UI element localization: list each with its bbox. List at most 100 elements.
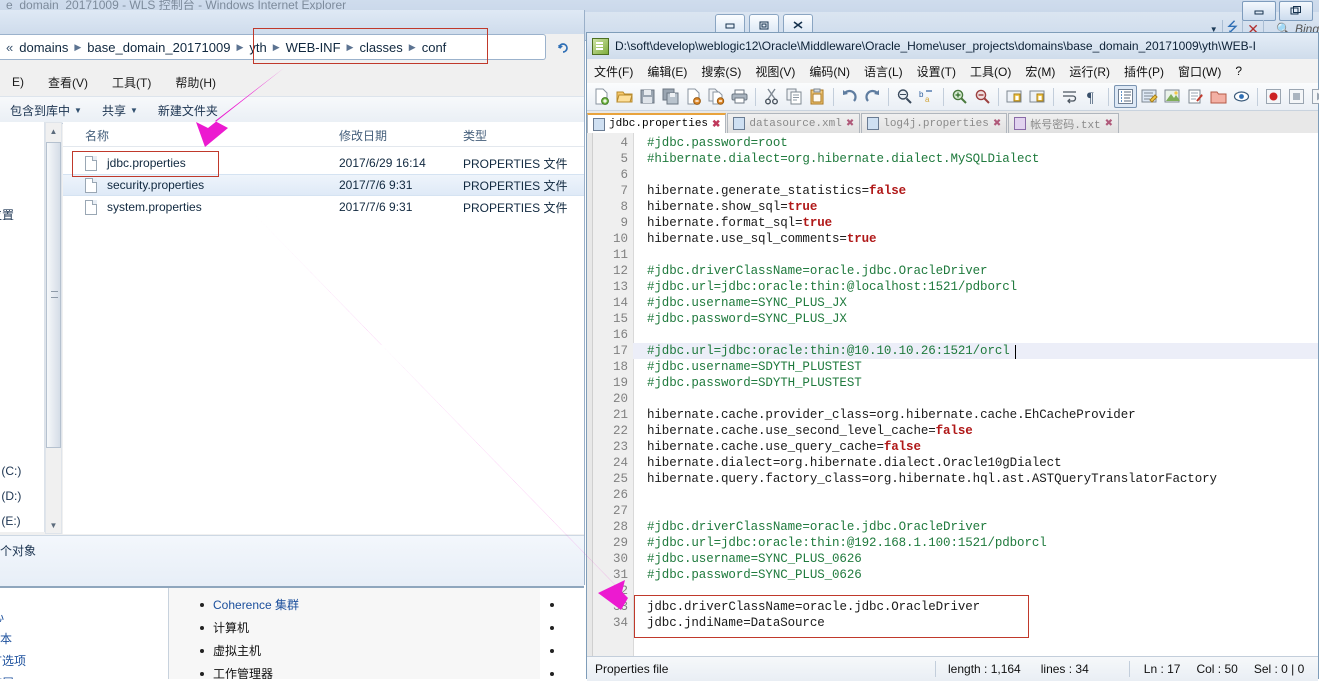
code-line[interactable]: jdbc.jndiName=DataSource (647, 616, 825, 630)
code-line[interactable]: #jdbc.password=root (647, 136, 788, 150)
scroll-up-arrow-icon[interactable]: ▲ (46, 123, 61, 139)
tab-datasource-xml[interactable]: datasource.xml ✖ (727, 113, 860, 133)
table-row[interactable]: jdbc.properties 2017/6/29 16:14 PROPERTI… (63, 152, 584, 174)
menu-item-run[interactable]: 运行(R) (1062, 60, 1117, 83)
cmd-new-folder[interactable]: 新建文件夹 (148, 100, 228, 121)
code-line[interactable]: #jdbc.password=SYNC_PLUS_JX (647, 312, 847, 326)
tab-jdbc-properties[interactable]: jdbc.properties ✖ (587, 113, 726, 133)
background-page-left-nav[interactable]: 心 脚本 首选项 扩展 (0, 588, 169, 679)
redo-icon[interactable] (862, 86, 883, 107)
code-line[interactable]: #jdbc.username=SYNC_PLUS_JX (647, 296, 847, 310)
tab-log4j-properties[interactable]: log4j.properties ✖ (861, 113, 1007, 133)
bg-link-script[interactable]: 脚本 (0, 630, 12, 647)
file-name-security[interactable]: security.properties (107, 178, 204, 192)
macro-play-icon[interactable] (1309, 86, 1319, 107)
explorer-menu-bar[interactable]: E) 查看(V) 工具(T) 帮助(H) (0, 70, 584, 94)
sync-scroll-v-icon[interactable] (1004, 86, 1025, 107)
macro-stop-icon[interactable] (1286, 86, 1307, 107)
column-header-date[interactable]: 修改日期 (339, 127, 387, 144)
background-page-bullet-list[interactable]: Coherence 集群 计算机 虚拟主机 工作管理器 (169, 588, 540, 679)
print-icon[interactable] (729, 86, 750, 107)
nav-item-drive-e[interactable]: 盘 (E:) (0, 512, 21, 529)
function-list-icon[interactable] (1185, 86, 1206, 107)
word-wrap-icon[interactable] (1059, 86, 1080, 107)
file-list-header[interactable]: 名称 修改日期 类型 (63, 122, 584, 147)
file-name-jdbc[interactable]: jdbc.properties (107, 156, 186, 170)
code-line[interactable]: jdbc.driverClassName=oracle.jdbc.OracleD… (647, 600, 980, 614)
code-line[interactable]: #jdbc.password=SYNC_PLUS_0626 (647, 568, 862, 582)
breadcrumb-item-webinf[interactable]: WEB-INF (282, 40, 345, 55)
close-icon[interactable]: ✖ (846, 118, 854, 129)
breadcrumb-item-classes[interactable]: classes (355, 40, 406, 55)
macro-record-icon[interactable] (1263, 86, 1284, 107)
close-icon[interactable]: ✖ (712, 119, 720, 130)
notepad-toolbar[interactable]: ba ¶ (587, 83, 1318, 111)
monitor-icon[interactable] (1231, 86, 1252, 107)
code-line[interactable]: hibernate.cache.provider_class=org.hiber… (647, 408, 1136, 422)
breadcrumb-overflow-icon[interactable]: « (6, 40, 15, 55)
copy-icon[interactable] (784, 86, 805, 107)
explorer-command-bar[interactable]: 包含到库中 ▼ 共享 ▼ 新建文件夹 (0, 96, 584, 124)
code-line[interactable]: #jdbc.url=jdbc:oracle:thin:@localhost:15… (647, 280, 1017, 294)
close-icon[interactable]: ✖ (993, 118, 1001, 129)
breadcrumb-item-domains[interactable]: domains (15, 40, 72, 55)
table-row[interactable]: system.properties 2017/7/6 9:31 PROPERTI… (63, 196, 584, 218)
bg-bullet-computer[interactable]: 计算机 (213, 619, 249, 636)
file-name-system[interactable]: system.properties (107, 200, 202, 214)
code-line[interactable]: hibernate.use_sql_comments=true (647, 232, 876, 246)
close-icon[interactable]: ✖ (1105, 118, 1113, 129)
table-row[interactable]: security.properties 2017/7/6 9:31 PROPER… (63, 174, 584, 196)
bg-link-extension[interactable]: 扩展 (0, 674, 14, 679)
column-header-type[interactable]: 类型 (463, 127, 487, 144)
bg-bullet-workmanager[interactable]: 工作管理器 (213, 665, 273, 679)
explorer-refresh-icon[interactable] (552, 38, 576, 58)
cmd-include-in-library[interactable]: 包含到库中 ▼ (0, 100, 92, 121)
breadcrumb-item-conf[interactable]: conf (418, 40, 451, 55)
bg-link-center[interactable]: 心 (0, 608, 4, 625)
nav-item-drive-c[interactable]: 盘 (C:) (0, 462, 21, 479)
explorer-navigation-pane[interactable]: 的位置 盘 (C:) 盘 (D:) 盘 (E:) 器 (F:) (0, 122, 45, 532)
nav-item-recent-places[interactable]: 的位置 (0, 206, 14, 223)
undo-icon[interactable] (839, 86, 860, 107)
tab-account-password-txt[interactable]: 帐号密码.txt ✖ (1008, 113, 1119, 133)
breadcrumb-item-yth[interactable]: yth (245, 40, 270, 55)
scroll-down-arrow-icon[interactable]: ▼ (46, 517, 61, 533)
zoom-in-icon[interactable] (949, 86, 970, 107)
code-line[interactable]: hibernate.generate_statistics=false (647, 184, 906, 198)
sync-scroll-h-icon[interactable] (1027, 86, 1048, 107)
menu-item-edit[interactable]: E) (0, 72, 36, 92)
code-line[interactable]: hibernate.query.factory_class=org.hibern… (647, 472, 1217, 486)
notepad-editor[interactable]: 4567891011121314151617181920212223242526… (587, 133, 1318, 656)
menu-item-settings[interactable]: 设置(T) (910, 60, 963, 83)
replace-icon[interactable]: ba (917, 86, 938, 107)
paste-icon[interactable] (807, 86, 828, 107)
notepad-menu-bar[interactable]: 文件(F) 编辑(E) 搜索(S) 视图(V) 编码(N) 语言(L) 设置(T… (587, 59, 1318, 83)
show-all-chars-icon[interactable]: ¶ (1082, 86, 1103, 107)
indent-guide-icon[interactable] (1114, 85, 1137, 108)
menu-item-help[interactable]: 帮助(H) (163, 71, 228, 94)
menu-item-about[interactable]: ? (1228, 61, 1249, 81)
menu-item-tools[interactable]: 工具(O) (963, 60, 1018, 83)
bg-bullet-coherence[interactable]: Coherence 集群 (213, 596, 299, 613)
find-icon[interactable] (894, 86, 915, 107)
folder-as-workspace-icon[interactable] (1208, 86, 1229, 107)
code-line[interactable]: #jdbc.username=SYNC_PLUS_0626 (647, 552, 862, 566)
save-icon[interactable] (637, 86, 658, 107)
column-header-name[interactable]: 名称 (85, 127, 109, 144)
code-line[interactable]: #jdbc.password=SDYTH_PLUSTEST (647, 376, 862, 390)
menu-item-tools[interactable]: 工具(T) (100, 71, 163, 94)
code-line[interactable]: #jdbc.driverClassName=oracle.jdbc.Oracle… (647, 520, 987, 534)
cut-icon[interactable] (761, 86, 782, 107)
doc-map-icon[interactable] (1162, 86, 1183, 107)
save-all-icon[interactable] (660, 86, 681, 107)
new-file-icon[interactable] (591, 86, 612, 107)
nav-item-drive-d[interactable]: 盘 (D:) (0, 487, 21, 504)
menu-item-file[interactable]: 文件(F) (587, 60, 640, 83)
close-all-icon[interactable] (706, 86, 727, 107)
menu-item-language[interactable]: 语言(L) (857, 60, 910, 83)
code-line[interactable]: hibernate.show_sql=true (647, 200, 817, 214)
code-line[interactable]: #jdbc.url=jdbc:oracle:thin:@10.10.10.26:… (647, 344, 1010, 358)
close-file-icon[interactable] (683, 86, 704, 107)
code-line[interactable]: #jdbc.driverClassName=oracle.jdbc.Oracle… (647, 264, 987, 278)
zoom-out-icon[interactable] (972, 86, 993, 107)
